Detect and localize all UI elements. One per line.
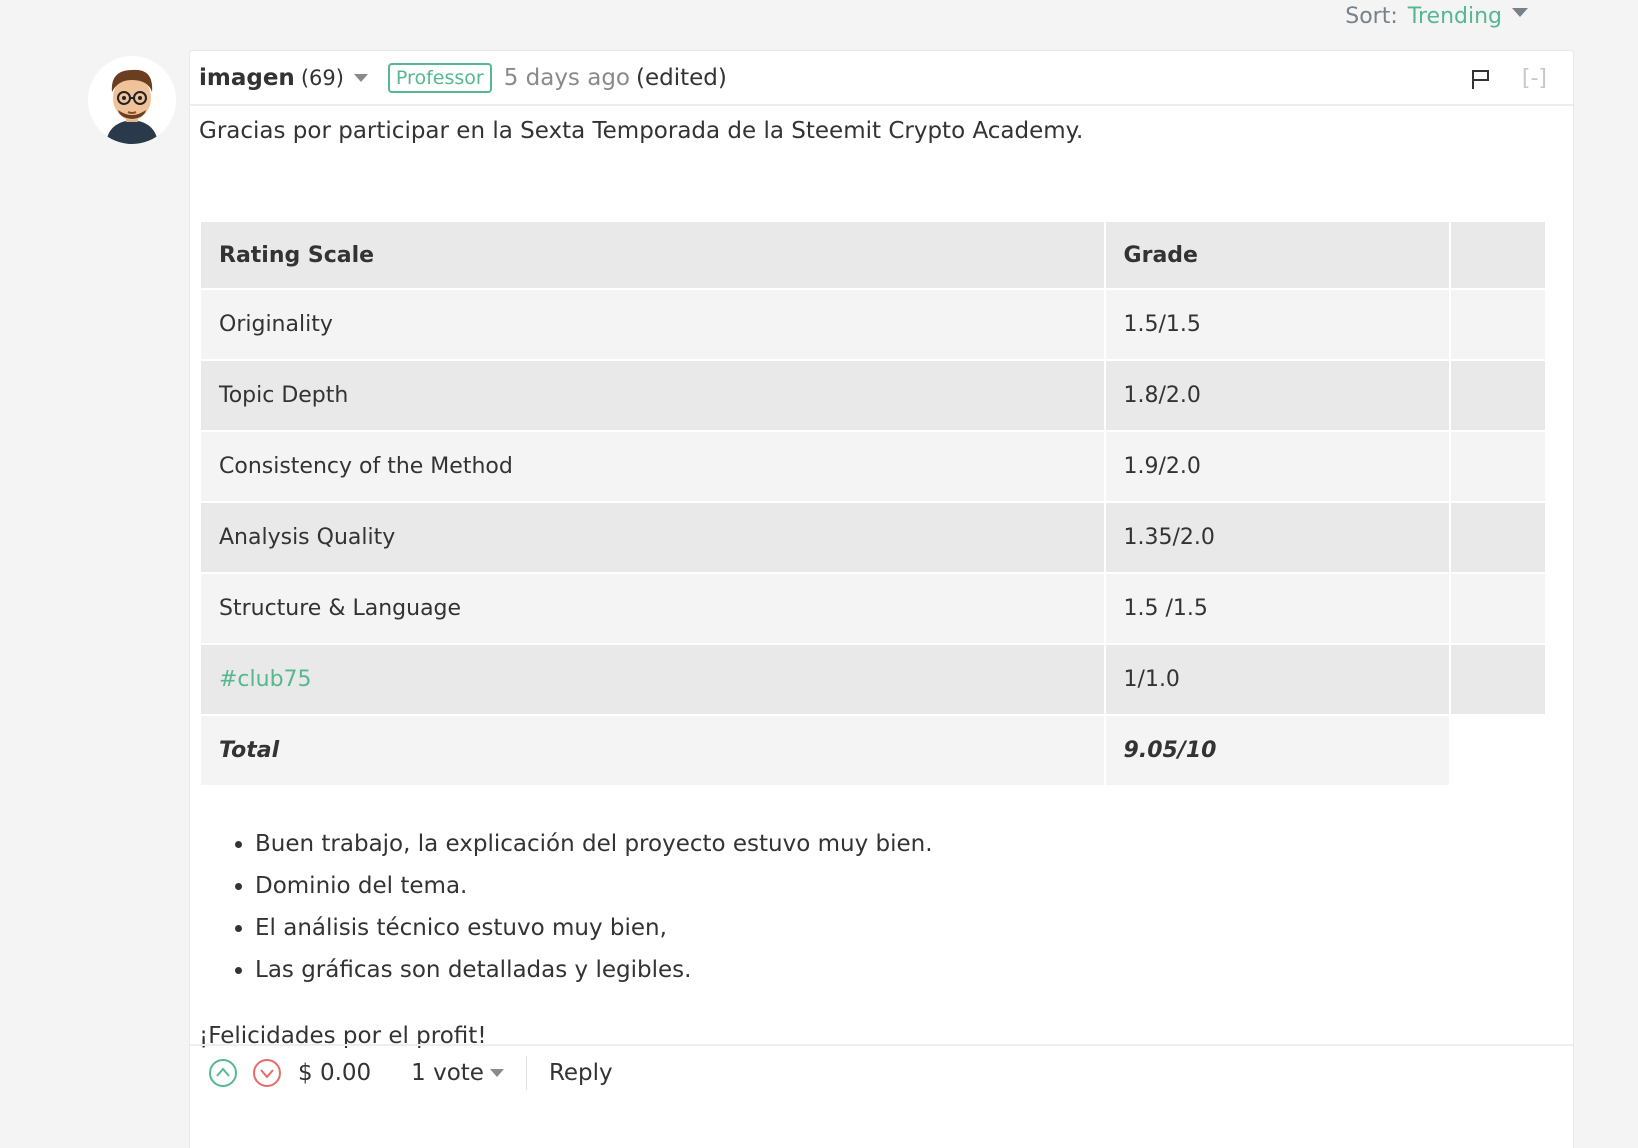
avatar-image xyxy=(88,56,176,144)
votes-dropdown[interactable]: 1 vote xyxy=(411,1060,504,1086)
list-item: Las gráficas son detalladas y legibles. xyxy=(255,949,1564,991)
comment-timestamp[interactable]: 5 days ago xyxy=(504,65,630,91)
table-row: Structure & Language 1.5 /1.5 xyxy=(199,572,1547,645)
reply-button[interactable]: Reply xyxy=(549,1060,613,1086)
author-menu-chevron-icon[interactable] xyxy=(353,73,368,82)
comment-intro: Gracias por participar en la Sexta Tempo… xyxy=(199,118,1084,144)
club75-tag-link[interactable]: #club75 xyxy=(219,667,312,692)
table-row: Consistency of the Method 1.9/2.0 xyxy=(199,430,1547,503)
list-item: Dominio del tema. xyxy=(255,865,1564,907)
header-actions: [-] xyxy=(1470,51,1547,106)
table-cell-empty xyxy=(1449,430,1547,503)
feedback-list: Buen trabajo, la explicación del proyect… xyxy=(255,823,1564,991)
list-item: Buen trabajo, la explicación del proyect… xyxy=(255,823,1564,865)
table-header-rating-scale: Rating Scale xyxy=(199,220,1106,290)
table-cell-grade: 1.9/2.0 xyxy=(1103,430,1452,503)
table-cell-empty xyxy=(1449,714,1547,787)
table-cell-criterion: Structure & Language xyxy=(199,572,1106,645)
sort-bar: Sort: Trending xyxy=(1345,0,1528,32)
table-cell-empty xyxy=(1449,501,1547,574)
table-row: Analysis Quality 1.35/2.0 xyxy=(199,501,1547,574)
table-total-row: Total 9.05/10 xyxy=(199,714,1547,787)
flag-icon[interactable] xyxy=(1470,68,1492,90)
table-row: Originality 1.5/1.5 xyxy=(199,288,1547,361)
payout-amount[interactable]: $ 0.00 xyxy=(298,1060,371,1086)
table-cell-grade: 1/1.0 xyxy=(1103,643,1452,716)
grades-table: Rating Scale Grade Originality 1.5/1.5 T… xyxy=(199,220,1547,787)
avatar[interactable] xyxy=(88,56,176,144)
table-cell-empty xyxy=(1449,643,1547,716)
table-cell-criterion: #club75 xyxy=(199,643,1106,716)
table-cell-criterion: Analysis Quality xyxy=(199,501,1106,574)
votes-count: 1 vote xyxy=(411,1060,484,1086)
collapse-button[interactable]: [-] xyxy=(1522,66,1547,91)
footer-divider xyxy=(525,1056,527,1090)
sort-label: Sort: xyxy=(1345,3,1398,29)
sort-dropdown[interactable]: Trending xyxy=(1408,4,1528,29)
table-header-row: Rating Scale Grade xyxy=(199,220,1547,290)
author-name[interactable]: imagen xyxy=(199,65,295,91)
table-row: #club75 1/1.0 xyxy=(199,643,1547,716)
table-cell-empty xyxy=(1449,572,1547,645)
table-cell-criterion: Originality xyxy=(199,288,1106,361)
upvote-icon[interactable] xyxy=(208,1058,238,1088)
comment-card: imagen (69) Professor 5 days ago (edited… xyxy=(189,50,1574,1148)
sort-value: Trending xyxy=(1407,3,1502,29)
table-cell-grade: 1.35/2.0 xyxy=(1103,501,1452,574)
table-cell-empty xyxy=(1449,288,1547,361)
chevron-down-icon xyxy=(1512,7,1528,17)
table-cell-criterion: Topic Depth xyxy=(199,359,1106,432)
table-cell-criterion: Consistency of the Method xyxy=(199,430,1106,503)
author-reputation: (69) xyxy=(300,65,344,90)
table-header-empty xyxy=(1449,220,1547,290)
table-header-grade: Grade xyxy=(1103,220,1452,290)
comment-header: imagen (69) Professor 5 days ago (edited… xyxy=(190,51,1573,106)
table-total-grade: 9.05/10 xyxy=(1103,714,1452,787)
chevron-down-icon xyxy=(489,1069,504,1077)
table-cell-grade: 1.5 /1.5 xyxy=(1103,572,1452,645)
comment-footer: $ 0.00 1 vote Reply xyxy=(190,1044,1573,1100)
table-cell-empty xyxy=(1449,359,1547,432)
table-row: Topic Depth 1.8/2.0 xyxy=(199,359,1547,432)
list-item: El análisis técnico estuvo muy bien, xyxy=(255,907,1564,949)
edited-label: (edited) xyxy=(636,64,727,91)
table-total-label: Total xyxy=(199,714,1106,787)
comment-body: Gracias por participar en la Sexta Tempo… xyxy=(190,106,1573,1051)
table-cell-grade: 1.8/2.0 xyxy=(1103,359,1452,432)
table-cell-grade: 1.5/1.5 xyxy=(1103,288,1452,361)
downvote-icon[interactable] xyxy=(252,1058,282,1088)
professor-badge: Professor xyxy=(387,62,492,93)
